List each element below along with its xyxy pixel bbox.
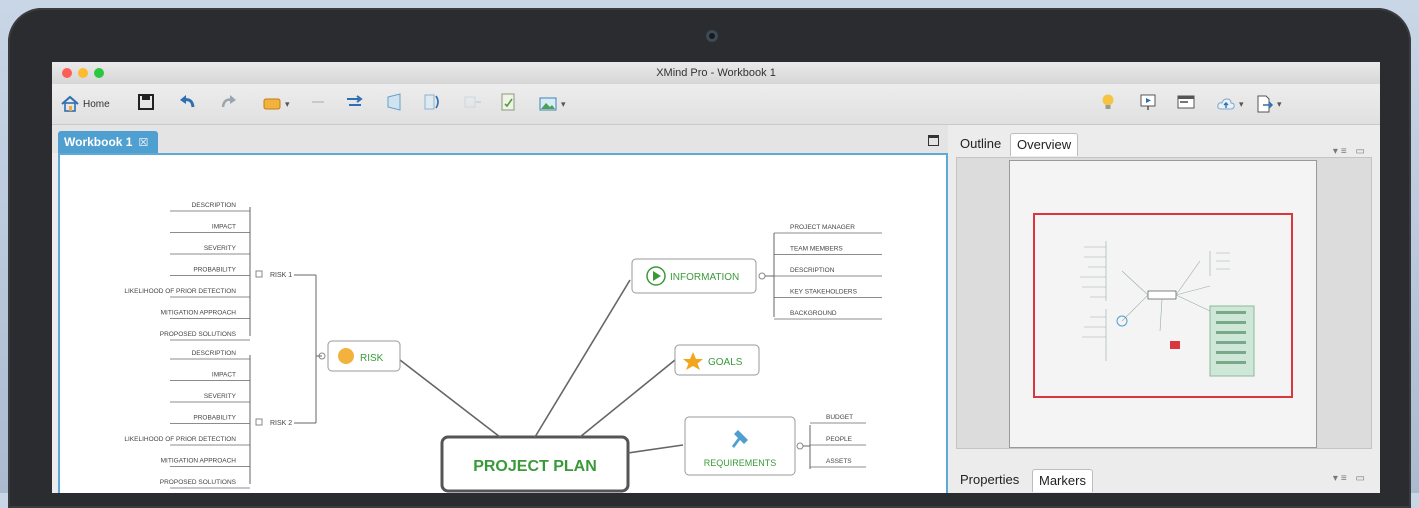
summary-icon[interactable] [422,92,442,112]
main-toolbar: Home ▾ ▾ ▾ ▾ [52,84,1380,125]
tab-outline[interactable]: Outline [954,133,1007,155]
dropdown-caret-icon: ▾ [1277,98,1282,109]
task-icon[interactable] [498,92,518,112]
risk-item-label: MITIGATION APPROACH [161,458,237,465]
branch-line-requirements [627,444,684,454]
overview-viewport-frame[interactable] [1033,213,1293,398]
dropdown-caret-icon: ▾ [1239,98,1244,109]
panel-menu-icon[interactable]: ▾≡ ▭ [1333,473,1368,484]
export-icon [1257,95,1274,113]
overview-panel[interactable] [956,157,1372,449]
topic-goals-label: GOALS [708,357,743,368]
tab-label: Workbook 1 [64,135,133,149]
tab-overview[interactable]: Overview [1010,133,1079,156]
topic-button[interactable]: ▾ [262,92,290,116]
webcam [706,30,718,42]
home-icon [61,95,79,112]
home-label: Home [83,98,110,110]
collapse-toggle [758,272,766,280]
risk-item-label: SEVERITY [204,245,237,252]
branch-line-goals [579,359,676,438]
presentation-icon[interactable] [1138,92,1158,112]
home-button[interactable]: Home [60,92,110,116]
collapse-toggle [255,418,263,426]
risk-item-label: PROPOSED SOLUTIONS [160,331,237,338]
risk-item-label: LIKELIHOOD OF PRIOR DETECTION [124,288,236,295]
information-item-label: DESCRIPTION [790,267,835,274]
tab-properties[interactable]: Properties [954,469,1025,491]
insert-icon[interactable] [462,92,482,112]
window-layout-icon[interactable] [1176,92,1196,112]
tab-workbook-1[interactable]: Workbook 1 ☒ [58,131,159,153]
lightbulb-icon[interactable] [1098,92,1118,112]
risk-item-label: PROPOSED SOLUTIONS [160,479,237,486]
topic-icon [263,98,281,110]
tab-markers[interactable]: Markers [1032,469,1093,492]
boundary-icon[interactable] [384,92,404,112]
share-button[interactable]: ▾ [1216,92,1244,116]
cloud-upload-icon [1217,98,1235,110]
maximize-editor-icon[interactable] [928,135,939,146]
dropdown-caret-icon: ▾ [561,98,566,109]
mindmap-svg: PROJECT PLAN RISK RISK 1 DESCRIPTION IMPACT S… [124,202,882,493]
right-panel: Outline Overview ▾≡ ▭ Properties Markers… [950,125,1380,493]
risk-item-label: PROBABILITY [193,267,236,274]
right-panel-top-tabs: Outline Overview ▾≡ ▭ [950,133,1380,157]
risk-item-label: DESCRIPTION [192,350,237,357]
topic-risk-label: RISK [360,353,384,364]
redo-icon[interactable] [218,92,238,112]
window-title: XMind Pro - Workbook 1 [656,67,776,79]
mindmap-canvas[interactable]: PROJECT PLAN RISK RISK 1 DESCRIPTION IMPACT S… [58,153,948,493]
risk-item-label: MITIGATION APPROACH [161,310,237,317]
information-item-label: BACKGROUND [790,310,837,317]
image-button[interactable]: ▾ [538,92,566,116]
overview-thumbnail [1009,160,1317,448]
risk-item-label: SEVERITY [204,393,237,400]
undo-icon[interactable] [178,92,198,112]
risk-item-label: IMPACT [212,372,236,379]
export-button[interactable]: ▾ [1254,92,1282,116]
panel-menu-icon[interactable]: ▾≡ ▭ [1333,146,1368,157]
risk-item-label: IMPACT [212,224,236,231]
collapse-toggle [796,442,804,450]
requirements-item-label: BUDGET [826,414,853,421]
editor-tab-strip: Workbook 1 ☒ [52,125,948,153]
requirements-item-label: PEOPLE [826,436,853,443]
branch-line-information [534,279,631,438]
information-item-label: PROJECT MANAGER [790,224,855,231]
subtopic-icon[interactable] [308,92,328,112]
central-topic-label: PROJECT PLAN [473,458,597,475]
collapse-toggle [255,270,263,278]
topic-information-label: INFORMATION [670,272,739,283]
title-bar: XMind Pro - Workbook 1 [52,62,1380,85]
risk-item-label: PROBABILITY [193,415,236,422]
close-tab-icon[interactable]: ☒ [138,137,148,149]
risk-item-label: LIKELIHOOD OF PRIOR DETECTION [124,436,236,443]
information-item-label: KEY STAKEHOLDERS [790,289,858,296]
risk-group-label: RISK 1 [270,272,292,279]
app-screen: XMind Pro - Workbook 1 Home ▾ ▾ ▾ ▾ Work… [52,62,1380,493]
save-icon[interactable] [136,92,156,112]
branch-line-risk [399,359,501,438]
information-item-label: TEAM MEMBERS [790,246,843,253]
requirements-item-label: ASSETS [826,458,852,465]
risk-emoji-icon [338,348,354,364]
right-panel-bottom-tabs: Properties Markers ▾≡ ▭ [950,465,1380,493]
relationship-icon[interactable] [344,92,364,112]
topic-requirements-label: REQUIREMENTS [704,458,777,468]
risk-group-label: RISK 2 [270,420,292,427]
dropdown-caret-icon: ▾ [285,98,290,109]
image-icon [539,97,557,111]
risk-item-label: DESCRIPTION [192,202,237,209]
